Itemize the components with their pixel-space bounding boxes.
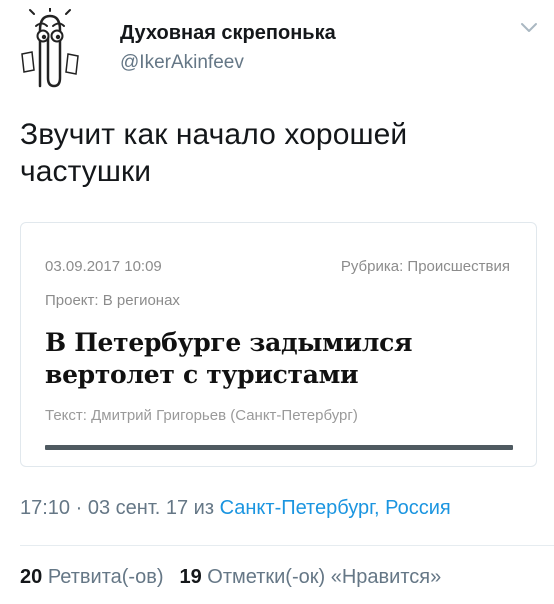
author-display-name[interactable]: Духовная скрепонька [120, 22, 336, 45]
tweet-location-link[interactable]: Санкт-Петербург, Россия [220, 497, 451, 519]
card-author: Текст: Дмитрий Григорьев (Санкт-Петербур… [45, 407, 358, 424]
likes-count[interactable]: 19 [179, 566, 201, 588]
tweet-stats: 20 Ретвита(-ов) 19 Отметки(-ок) «Нравится… [20, 566, 441, 589]
card-date: 03.09.2017 10:09 [45, 258, 162, 275]
chevron-down-icon[interactable] [520, 22, 538, 34]
retweets-label[interactable]: Ретвита(-ов) [48, 566, 164, 588]
tweet-date: 03 сент. 17 [87, 497, 189, 519]
meta-from-word: из [188, 497, 220, 519]
tweet-time: 17:10 [20, 497, 71, 519]
author-handle[interactable]: @IkerAkinfeev [120, 52, 244, 74]
tweet-meta: 17:10 · 03 сент. 17 из Санкт-Петербург, … [20, 497, 451, 520]
card-rubric: Рубрика: Происшествия [340, 258, 510, 275]
card-divider-bar [45, 445, 513, 450]
card-headline: В Петербурге задымился вертолет с турист… [45, 328, 413, 389]
paperclip-mascot-icon[interactable] [14, 8, 86, 92]
retweets-count[interactable]: 20 [20, 566, 42, 588]
article-card[interactable]: 03.09.2017 10:09 Рубрика: Происшествия П… [20, 222, 537, 467]
meta-separator: · [70, 497, 88, 519]
tweet-text: Звучит как начало хорошей частушки [20, 118, 408, 188]
likes-label[interactable]: Отметки(-ок) «Нравится» [207, 566, 441, 588]
stats-divider [20, 545, 554, 546]
card-project: Проект: В регионах [45, 292, 180, 309]
